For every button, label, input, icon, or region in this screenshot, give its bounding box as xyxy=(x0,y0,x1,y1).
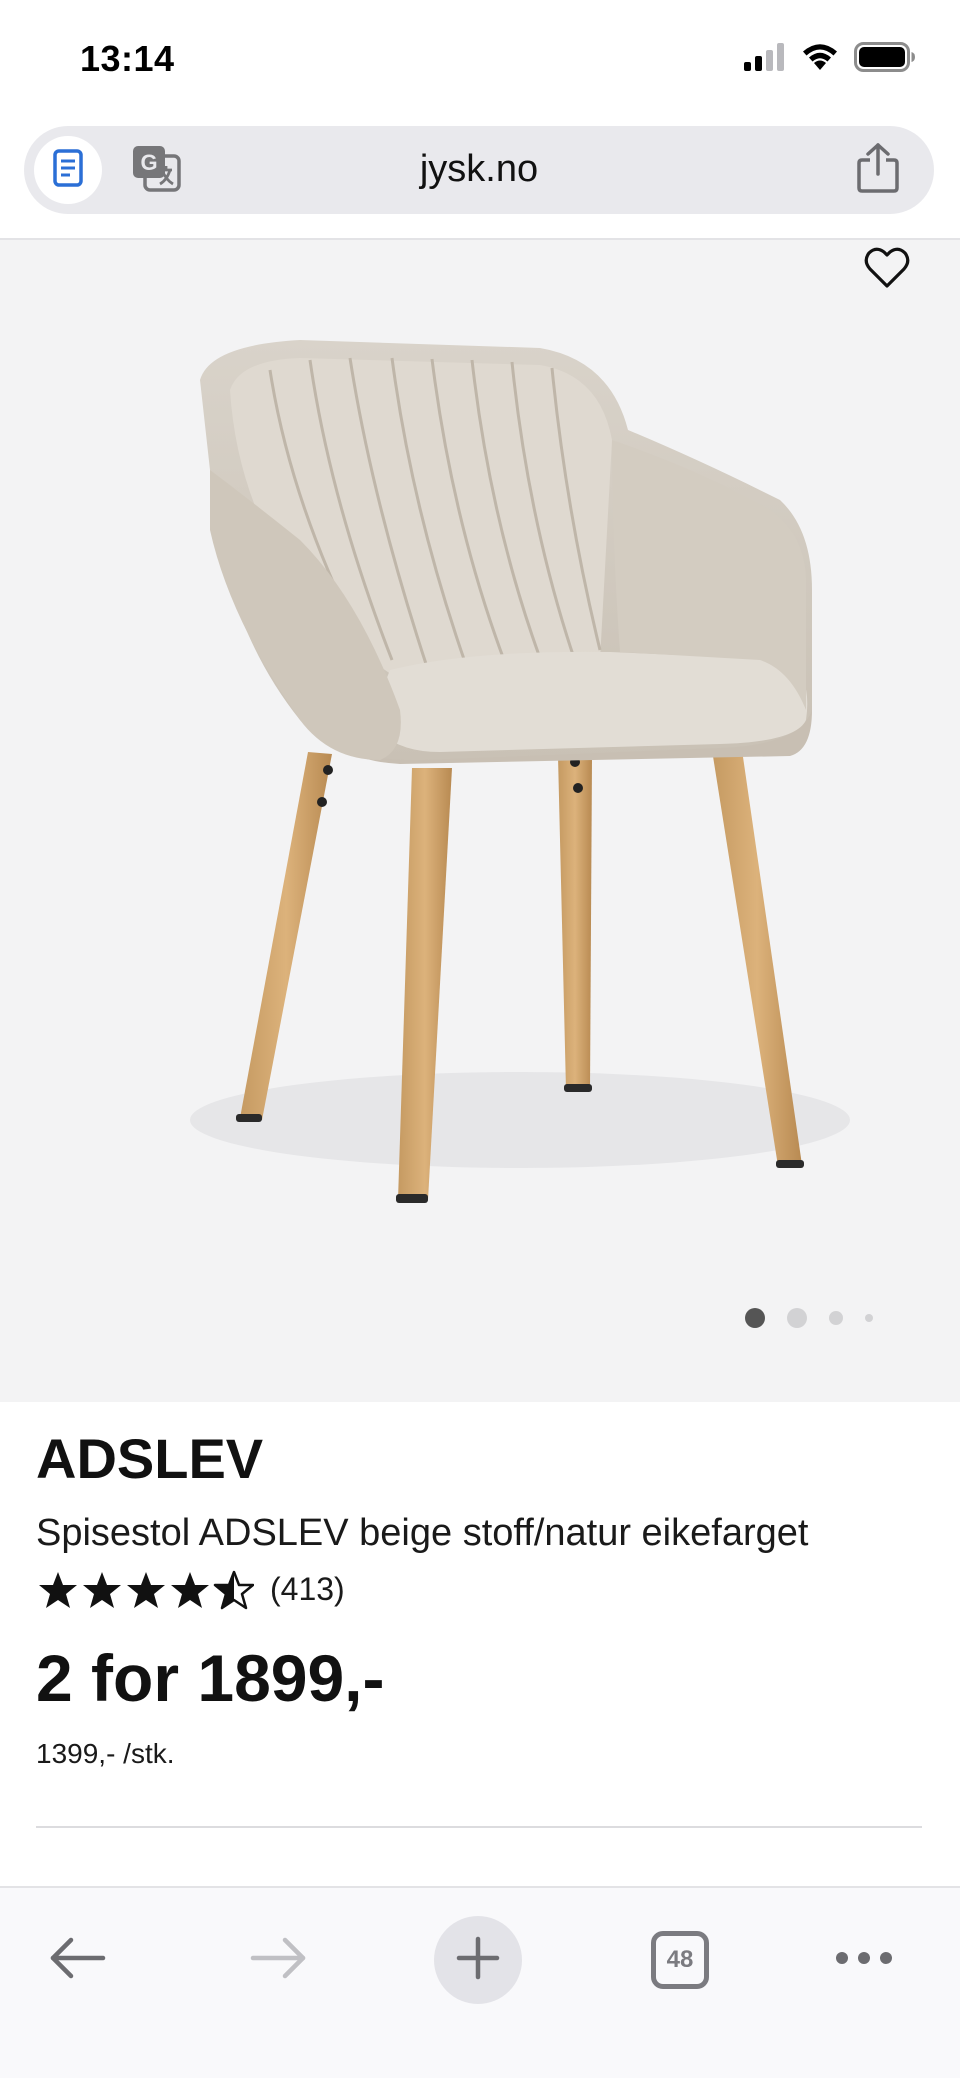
carousel-dot[interactable] xyxy=(829,1311,843,1325)
forward-arrow-icon xyxy=(249,1936,307,1985)
plus-icon xyxy=(455,1935,501,1986)
heart-icon xyxy=(864,247,910,294)
carousel-indicator xyxy=(745,1308,873,1328)
product-name: ADSLEV xyxy=(36,1427,264,1490)
product-image-chair xyxy=(190,340,850,1203)
back-arrow-icon xyxy=(49,1936,107,1985)
status-bar: 13:14 xyxy=(0,0,960,120)
tabs-icon: 48 xyxy=(651,1931,709,1989)
more-button[interactable] xyxy=(820,1916,908,2004)
cellular-signal-icon xyxy=(744,43,786,76)
tab-count: 48 xyxy=(666,1946,694,1973)
carousel-dot[interactable] xyxy=(745,1308,765,1328)
battery-icon xyxy=(854,42,916,77)
section-divider xyxy=(36,1826,922,1828)
browser-toolbar: 48 xyxy=(0,1886,960,2078)
forward-button[interactable] xyxy=(234,1916,322,2004)
product-rating[interactable]: (413) xyxy=(38,1568,345,1617)
favorite-button[interactable] xyxy=(852,240,922,300)
status-icons xyxy=(744,42,916,77)
product-image-carousel[interactable] xyxy=(0,240,960,1402)
status-time: 13:14 xyxy=(80,38,175,79)
new-tab-button[interactable] xyxy=(434,1916,522,2004)
rating-count[interactable]: (413) xyxy=(270,1571,345,1608)
address-bar[interactable]: G jysk.no xyxy=(24,126,934,214)
product-description: Spisestol ADSLEV beige stoff/natur eikef… xyxy=(36,1512,809,1554)
unit-price: 1399,- /stk. xyxy=(36,1738,175,1769)
carousel-dot[interactable] xyxy=(865,1314,873,1322)
carousel-dot[interactable] xyxy=(787,1308,807,1328)
back-button[interactable] xyxy=(34,1916,122,2004)
more-icon xyxy=(835,1951,893,1970)
price-offer: 2 for 1899,- xyxy=(36,1641,385,1715)
share-button[interactable] xyxy=(850,140,906,200)
rating-stars-icon xyxy=(38,1568,255,1617)
url-text[interactable]: jysk.no xyxy=(24,148,934,191)
tabs-button[interactable]: 48 xyxy=(636,1916,724,2004)
wifi-icon xyxy=(800,42,840,77)
share-icon xyxy=(856,142,900,199)
